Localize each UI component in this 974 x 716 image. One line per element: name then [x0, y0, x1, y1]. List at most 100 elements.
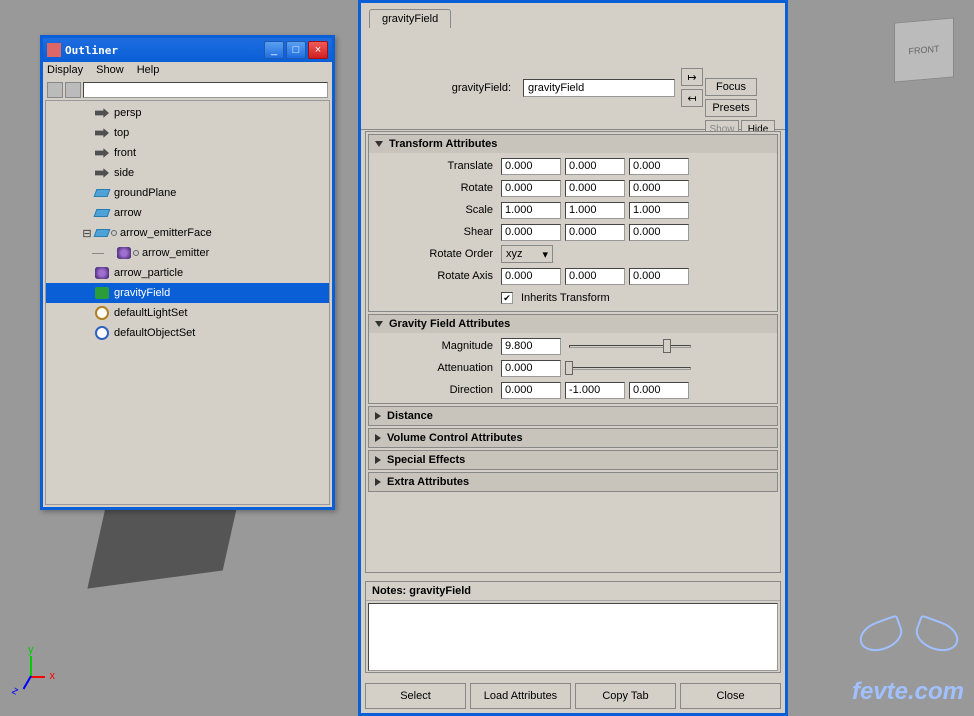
direction-label: Direction: [375, 384, 497, 396]
magnitude-input[interactable]: [501, 338, 561, 355]
load-attributes-button[interactable]: Load Attributes: [470, 683, 571, 709]
cam-icon: [94, 166, 110, 180]
field-icon: [94, 286, 110, 300]
copy-tab-button[interactable]: Copy Tab: [575, 683, 676, 709]
rotate-input[interactable]: [629, 180, 689, 197]
tree-item-arrow_particle[interactable]: arrow_particle: [46, 263, 329, 283]
tree-item-arrow_emitterface[interactable]: ⊟ arrow_emitterFace: [46, 223, 329, 243]
select-button[interactable]: Select: [365, 683, 466, 709]
notes-textarea[interactable]: [368, 603, 778, 671]
rotate-axis-input[interactable]: [501, 268, 561, 285]
scale-input[interactable]: [565, 202, 625, 219]
rotate-axis-input[interactable]: [629, 268, 689, 285]
outliner-app-icon: [47, 43, 61, 57]
presets-button[interactable]: Presets: [705, 99, 757, 117]
attribute-editor: gravityField gravityField: ↦ ↤ Focus Pre…: [358, 0, 788, 716]
section-header[interactable]: Volume Control Attributes: [369, 429, 777, 447]
translate-input[interactable]: [501, 158, 561, 175]
attr-label: Translate: [375, 160, 497, 172]
rotate-order-select[interactable]: xyz▾: [501, 245, 553, 263]
outliner-titlebar[interactable]: Outliner _ □ ×: [43, 38, 332, 62]
tree-item-gravityfield[interactable]: gravityField: [46, 283, 329, 303]
disclosure-open-icon: [375, 141, 383, 147]
shear-input[interactable]: [501, 224, 561, 241]
menu-show[interactable]: Show: [96, 64, 124, 76]
section-transform: Transform Attributes Translate Rotate Scal…: [368, 134, 778, 312]
node-name-label: gravityField:: [379, 82, 517, 94]
attr-body[interactable]: Transform Attributes Translate Rotate Scal…: [365, 131, 781, 573]
direction-z-input[interactable]: [629, 382, 689, 399]
cam-icon: [94, 106, 110, 120]
rotate-input[interactable]: [565, 180, 625, 197]
section-header[interactable]: Extra Attributes: [369, 473, 777, 491]
particle-icon: [94, 266, 110, 280]
inherits-label: Inherits Transform: [521, 292, 610, 304]
rotate-axis-input[interactable]: [565, 268, 625, 285]
tree-item-label: defaultObjectSet: [114, 327, 195, 339]
magnitude-slider[interactable]: [565, 338, 695, 354]
scale-input[interactable]: [629, 202, 689, 219]
toolbar-icon-2[interactable]: [65, 82, 81, 98]
tree-item-defaultlightset[interactable]: defaultLightSet: [46, 303, 329, 323]
tree-item-arrow[interactable]: arrow: [46, 203, 329, 223]
attr-bottom-buttons: Select Load Attributes Copy Tab Close: [365, 683, 781, 709]
scale-input[interactable]: [501, 202, 561, 219]
watermark: fevte.com: [852, 678, 964, 706]
tree-item-label: arrow: [114, 207, 142, 219]
minimize-button[interactable]: _: [264, 41, 284, 59]
shear-input[interactable]: [565, 224, 625, 241]
disclosure-closed-icon: [375, 412, 381, 420]
attenuation-input[interactable]: [501, 360, 561, 377]
tree-item-label: defaultLightSet: [114, 307, 187, 319]
tree-item-front[interactable]: front: [46, 143, 329, 163]
section-header[interactable]: Distance: [369, 407, 777, 425]
section-distance: Distance: [368, 406, 778, 426]
translate-input[interactable]: [565, 158, 625, 175]
disclosure-closed-icon: [375, 434, 381, 442]
rotate-axis-label: Rotate Axis: [375, 270, 497, 282]
section-gravity-header[interactable]: Gravity Field Attributes: [369, 315, 777, 333]
tree-item-defaultobjectset[interactable]: defaultObjectSet: [46, 323, 329, 343]
toolbar-icon-1[interactable]: [47, 82, 63, 98]
maximize-button[interactable]: □: [286, 41, 306, 59]
notes-header[interactable]: Notes: gravityField: [366, 582, 780, 601]
menu-help[interactable]: Help: [137, 64, 160, 76]
tree-item-groundplane[interactable]: groundPlane: [46, 183, 329, 203]
view-cube[interactable]: FRONT: [894, 17, 954, 82]
disclosure-closed-icon: [375, 456, 381, 464]
translate-input[interactable]: [629, 158, 689, 175]
attr-label: Scale: [375, 204, 497, 216]
tree-item-label: arrow_particle: [114, 267, 183, 279]
tree-item-persp[interactable]: persp: [46, 103, 329, 123]
node-name-input[interactable]: [523, 79, 675, 97]
inherits-checkbox[interactable]: ✔: [501, 292, 513, 304]
attr-label: Rotate: [375, 182, 497, 194]
tree-item-arrow_emitter[interactable]: arrow_emitter: [46, 243, 329, 263]
section-header[interactable]: Special Effects: [369, 451, 777, 469]
outliner-filter-input[interactable]: [83, 82, 328, 98]
menu-display[interactable]: Display: [47, 64, 83, 76]
go-in-icon[interactable]: ↦: [681, 68, 703, 86]
attenuation-slider[interactable]: [565, 360, 695, 376]
tree-item-top[interactable]: top: [46, 123, 329, 143]
close-attr-button[interactable]: Close: [680, 683, 781, 709]
tree-item-side[interactable]: side: [46, 163, 329, 183]
direction-x-input[interactable]: [501, 382, 561, 399]
focus-button[interactable]: Focus: [705, 78, 757, 96]
close-button[interactable]: ×: [308, 41, 328, 59]
setb-icon: [94, 326, 110, 340]
tree-item-label: groundPlane: [114, 187, 176, 199]
prim-icon: [94, 226, 110, 240]
rotate-input[interactable]: [501, 180, 561, 197]
disclosure-closed-icon: [375, 478, 381, 486]
section-special-effects: Special Effects: [368, 450, 778, 470]
section-transform-header[interactable]: Transform Attributes: [369, 135, 777, 153]
expand-icon[interactable]: ⊟: [82, 227, 92, 240]
tab-gravityfield[interactable]: gravityField: [369, 9, 451, 28]
go-out-icon[interactable]: ↤: [681, 89, 703, 107]
outliner-tree[interactable]: persp topfrontside groundPlane arrow ⊟ arrow_…: [45, 100, 330, 505]
tree-item-label: persp: [114, 107, 142, 119]
direction-y-input[interactable]: [565, 382, 625, 399]
shear-input[interactable]: [629, 224, 689, 241]
tree-item-label: arrow_emitterFace: [120, 227, 212, 239]
